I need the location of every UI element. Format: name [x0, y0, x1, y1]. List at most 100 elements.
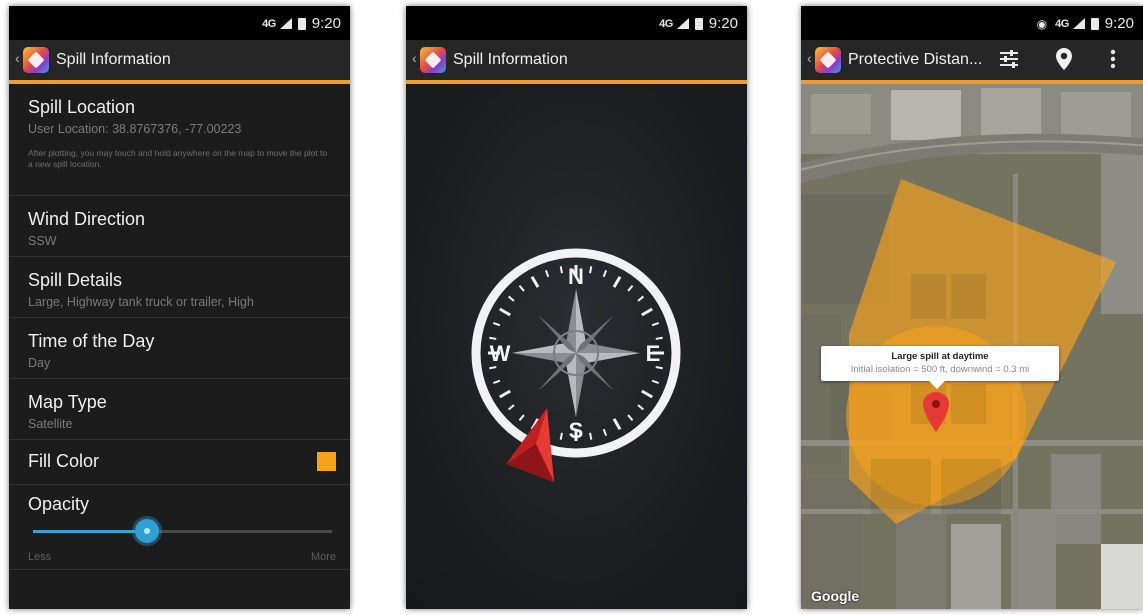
compass-tick — [612, 418, 622, 430]
spill-details-row[interactable]: Spill Details Large, Highway tank truck … — [9, 257, 350, 318]
status-bar: 4G 9:20 — [406, 6, 747, 40]
compass-tick — [489, 366, 497, 370]
compass-south-label: S — [569, 418, 584, 443]
compass-tick — [518, 284, 525, 292]
screen-title: Spill Information — [56, 51, 171, 68]
callout-detail: Initial isolation = 500 ft, downwind = 0… — [850, 364, 1030, 375]
screen-title: Spill Information — [453, 51, 568, 68]
compass-tick — [507, 295, 515, 302]
back-chevron-icon[interactable]: ‹ — [412, 50, 417, 66]
phone-screen-compass: 4G 9:20 ‹ Spill Information N S E W — [406, 6, 747, 609]
network-indicator: 4G — [659, 17, 673, 30]
opacity-max-label: More — [310, 551, 336, 563]
signal-icon — [279, 18, 292, 29]
compass-tick — [651, 321, 660, 327]
screen-title: Protective Distan... — [848, 51, 983, 68]
action-bar: ‹ Protective Distan... — [801, 40, 1143, 84]
opacity-min-label: Less — [28, 551, 52, 563]
compass-tick — [612, 276, 622, 288]
action-bar: ‹ Spill Information — [9, 40, 350, 84]
opacity-slider[interactable] — [33, 519, 332, 543]
time-of-day-row[interactable]: Time of the Day Day — [9, 318, 350, 379]
spill-details-title: Spill Details — [28, 270, 123, 290]
compass-tick — [530, 276, 540, 288]
compass-east-label: E — [646, 341, 661, 366]
compass-tick — [518, 414, 525, 422]
phone-screen-spill-info: 4G 9:20 ‹ Spill Information Spill Locati… — [9, 6, 350, 609]
opacity-slider-thumb[interactable] — [134, 519, 159, 543]
spill-details-value: Large, Highway tank truck or trailer, Hi… — [28, 295, 254, 309]
compass-rose-icon — [512, 289, 640, 417]
compass-tick — [651, 379, 660, 385]
compass-west-label: W — [490, 341, 511, 366]
wind-direction-row[interactable]: Wind Direction SSW — [9, 196, 350, 257]
spill-location-note: After plotting, you may touch and hold a… — [28, 148, 328, 169]
back-chevron-icon[interactable]: ‹ — [15, 50, 20, 66]
spill-location-value: User Location: 38.8767376, -77.00223 — [28, 122, 242, 136]
status-bar: 4G 9:20 — [9, 6, 350, 40]
opacity-slider-fill — [33, 530, 147, 533]
compass-tick — [641, 389, 653, 399]
compass-tick — [507, 404, 515, 411]
opacity-row: Opacity Less More — [9, 485, 350, 570]
battery-icon — [694, 17, 703, 30]
action-bar: ‹ Spill Information — [406, 40, 747, 84]
signal-icon — [1072, 18, 1085, 29]
back-chevron-icon[interactable]: ‹ — [807, 50, 812, 66]
compass-tick — [589, 432, 593, 440]
satellite-map[interactable]: Large spill at daytime Initial isolation… — [801, 84, 1143, 609]
clock: 9:20 — [708, 15, 738, 32]
app-logo-icon[interactable] — [815, 47, 841, 73]
app-logo-icon[interactable] — [420, 47, 446, 73]
spill-info-callout[interactable]: Large spill at daytime Initial isolation… — [821, 346, 1059, 389]
overflow-menu-icon[interactable] — [1109, 47, 1117, 71]
clock: 9:20 — [1104, 15, 1134, 32]
compass-tick — [499, 307, 511, 317]
phone-screen-protective-distance-map: ◉ 4G 9:20 ‹ Protective Distan... Large s… — [801, 6, 1143, 609]
network-indicator: 4G — [1055, 17, 1069, 30]
wind-direction-title: Wind Direction — [28, 209, 146, 229]
compass-tick — [544, 269, 550, 278]
compass-tick — [492, 321, 501, 327]
compass-tick — [489, 336, 497, 340]
wind-pointer-icon[interactable] — [506, 408, 554, 482]
spill-location-row[interactable]: Spill Location User Location: 38.8767376… — [9, 84, 350, 196]
settings-list: Spill Location User Location: 38.8767376… — [9, 84, 350, 609]
signal-icon — [676, 18, 689, 29]
fill-color-row[interactable]: Fill Color — [9, 440, 350, 485]
callout-title: Large spill at daytime — [891, 351, 989, 362]
map-type-title: Map Type — [28, 392, 107, 412]
compass-tick — [559, 432, 563, 440]
compass-tick — [602, 428, 608, 437]
wind-direction-value: SSW — [28, 234, 57, 248]
settings-sliders-icon[interactable] — [997, 47, 1021, 71]
compass-area: N S E W — [406, 84, 747, 609]
compass-north-label: N — [568, 264, 584, 289]
compass-tick — [492, 379, 501, 385]
clock: 9:20 — [311, 15, 341, 32]
gps-icon: ◉ — [1036, 16, 1048, 31]
compass-tick — [559, 266, 563, 274]
compass-tick — [499, 389, 511, 399]
compass-tick — [637, 404, 645, 411]
opacity-title: Opacity — [28, 494, 90, 514]
map-pin-icon[interactable] — [1055, 47, 1073, 71]
network-indicator: 4G — [262, 17, 276, 30]
fill-color-swatch[interactable] — [317, 452, 336, 471]
compass-tick — [627, 414, 634, 422]
compass-tick — [641, 307, 653, 317]
compass-tick — [589, 266, 593, 274]
battery-icon — [1090, 17, 1099, 30]
compass-tick — [655, 336, 663, 340]
compass-tick — [655, 366, 663, 370]
compass-tick — [627, 284, 634, 292]
app-logo-icon[interactable] — [23, 47, 49, 73]
compass-dial[interactable]: N S E W — [406, 84, 747, 609]
status-bar: ◉ 4G 9:20 — [801, 6, 1143, 40]
compass-tick — [637, 295, 645, 302]
compass-tick — [602, 269, 608, 278]
fill-color-title: Fill Color — [28, 451, 100, 471]
battery-icon — [297, 17, 306, 30]
map-type-row[interactable]: Map Type Satellite — [9, 379, 350, 440]
map-type-value: Satellite — [28, 417, 73, 431]
